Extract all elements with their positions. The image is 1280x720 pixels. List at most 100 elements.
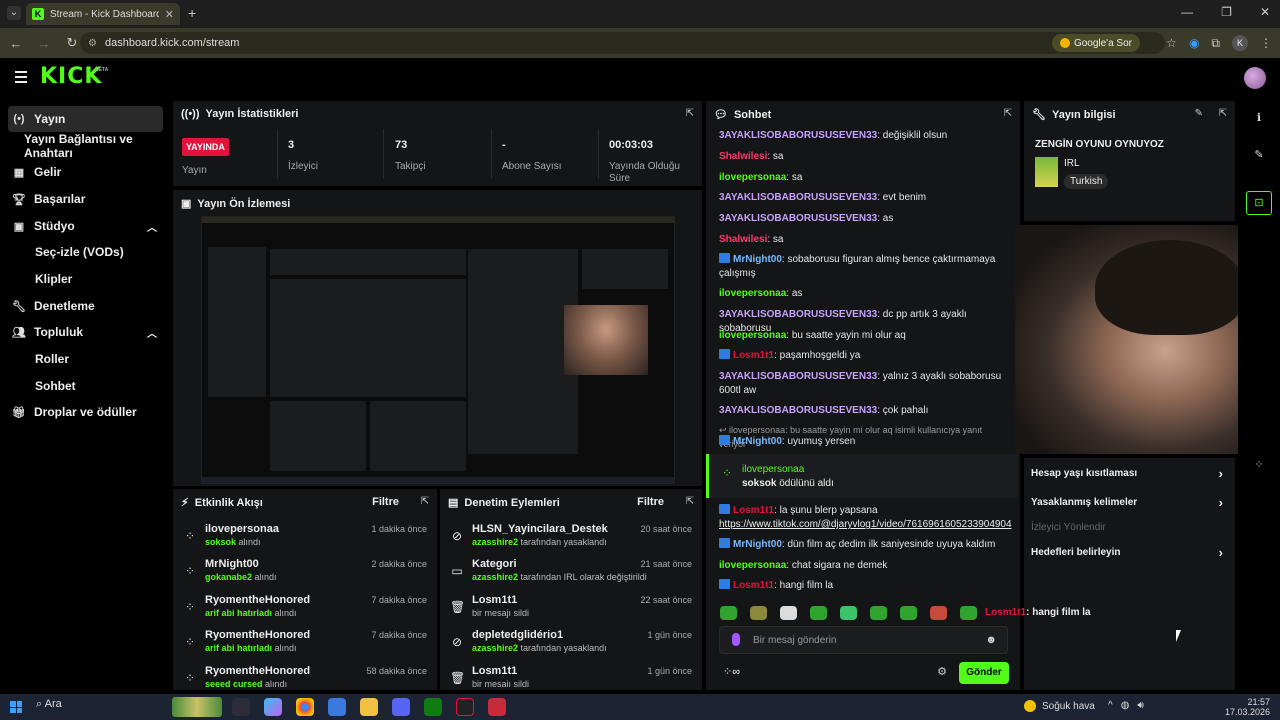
chat-username[interactable]: 3AYAKLISOBABORUSUSEVEN33 — [719, 130, 877, 141]
sidebar-item-stream-key[interactable]: Yayın Bağlantısı ve Anahtarı — [8, 132, 163, 160]
category-name[interactable]: IRL — [1064, 158, 1080, 169]
minimize-icon[interactable]: — — [1181, 5, 1193, 19]
chat-username[interactable]: Shalwilesi — [719, 151, 767, 162]
menu-dots-icon[interactable]: ⋮ — [1260, 36, 1272, 50]
new-tab-icon[interactable]: + — [188, 5, 196, 21]
popout-icon[interactable]: ⇱ — [686, 108, 694, 119]
chat-username[interactable]: Shalwilesi — [719, 234, 767, 245]
restore-icon[interactable]: ❐ — [1221, 5, 1232, 19]
obs-icon[interactable] — [456, 698, 474, 716]
hamburger-menu-icon[interactable] — [15, 71, 27, 86]
sidebar-item-roller[interactable]: Roller — [8, 346, 163, 372]
popout-icon[interactable]: ⇱ — [686, 496, 694, 507]
extension-icon[interactable]: ◉ — [1189, 36, 1199, 50]
mod-target[interactable]: Kategori — [472, 558, 517, 570]
chat-username[interactable]: Losm1t1 — [733, 505, 774, 516]
popout-icon[interactable]: ⇱ — [421, 496, 429, 507]
sidebar-item-gelir[interactable]: ▦ Gelir — [8, 159, 163, 185]
emote-icon[interactable] — [870, 606, 887, 620]
reward-user[interactable]: ilovepersonaa — [742, 464, 804, 475]
kick-logo[interactable]: KICK — [40, 64, 102, 89]
chat-link[interactable]: https://www.tiktok.com/@djaryvlog1/video… — [719, 519, 1012, 530]
windows-start-icon[interactable] — [10, 701, 22, 713]
chat-username[interactable]: ilovepersonaa — [719, 172, 786, 183]
site-info-icon[interactable]: ⚙ — [88, 38, 97, 49]
user-avatar[interactable] — [1244, 67, 1266, 89]
chat-username[interactable]: 3AYAKLISOBABORUSUSEVEN33 — [719, 371, 877, 382]
chat-username[interactable]: MrNight00 — [733, 436, 782, 447]
chat-username[interactable]: 3AYAKLISOBABORUSUSEVEN33 — [719, 309, 877, 320]
sidebar-item-sohbet[interactable]: Sohbet — [8, 373, 163, 399]
emote-icon[interactable] — [930, 606, 947, 620]
sidebar-item-yayin[interactable]: (•) Yayın — [8, 106, 163, 132]
chat-username[interactable]: 3AYAKLISOBABORUSUSEVEN33 — [719, 192, 877, 203]
points-icon[interactable]: ⁘∞ — [723, 665, 740, 678]
event-user[interactable]: MrNight00 — [205, 558, 259, 570]
app-icon[interactable] — [328, 698, 346, 716]
stream-preview-video[interactable] — [201, 216, 675, 484]
bookmark-star-icon[interactable]: ☆ — [1166, 36, 1177, 50]
chat-username[interactable]: 3AYAKLISOBABORUSUSEVEN33 — [719, 213, 877, 224]
extensions-puzzle-icon[interactable]: ⧉ — [1211, 36, 1220, 51]
emote-icon[interactable] — [720, 606, 737, 620]
taskbar-search[interactable]: ⌕ Ara — [36, 698, 62, 711]
mod-target[interactable]: Losm1t1 — [472, 665, 517, 677]
action-banned-words[interactable]: Yasaklanmış kelimeler › — [1031, 495, 1227, 510]
file-explorer-icon[interactable] — [360, 698, 378, 716]
browser-tab[interactable]: K Stream - Kick Dashboard ✕ — [26, 3, 180, 25]
chat-username[interactable]: ilovepersonaa — [719, 288, 786, 299]
forward-icon[interactable]: → — [32, 36, 56, 51]
discord-icon[interactable] — [392, 698, 410, 716]
emote-icon[interactable] — [810, 606, 827, 620]
sidebar-item-vods[interactable]: Seç-izle (VODs) — [8, 239, 163, 265]
camera-focus-icon[interactable]: ⊡ — [1246, 191, 1272, 215]
chat-username[interactable]: 3AYAKLISOBABORUSUSEVEN33 — [719, 405, 877, 416]
moderation-filter-button[interactable]: Filtre — [637, 496, 664, 508]
url-bar[interactable]: ⚙ dashboard.kick.com/stream — [80, 32, 1165, 54]
popout-icon[interactable]: ⇱ — [1219, 108, 1227, 119]
sidebar-item-studyo[interactable]: ▣ Stüdyo ︿ — [8, 213, 163, 239]
sidebar-item-topluluk[interactable]: 👥︎ Topluluk ︿ — [8, 319, 163, 345]
copilot-icon[interactable] — [264, 698, 282, 716]
emote-icon[interactable] — [750, 606, 767, 620]
chat-input[interactable]: Bir mesaj gönderin ☻ — [719, 626, 1008, 654]
emote-icon[interactable] — [900, 606, 917, 620]
microphone-icon[interactable] — [732, 633, 740, 646]
edit-pencil-icon[interactable]: ✎ — [1195, 108, 1203, 119]
chat-username[interactable]: ilovepersonaa — [719, 330, 786, 341]
send-button[interactable]: Gönder — [959, 662, 1009, 684]
chat-username[interactable]: Losm1t1 — [733, 350, 774, 361]
app-icon[interactable] — [488, 698, 506, 716]
info-icon[interactable]: ℹ — [1251, 111, 1267, 127]
sidebar-item-denetleme[interactable]: 🔧︎ Denetleme — [8, 293, 163, 319]
event-user[interactable]: RyomentheHonored — [205, 629, 310, 641]
gear-icon[interactable]: ⚙ — [937, 665, 947, 678]
profile-avatar[interactable]: K — [1232, 35, 1248, 51]
volume-icon[interactable]: 🔊︎ — [1137, 700, 1143, 711]
emote-icon[interactable] — [840, 606, 857, 620]
xbox-icon[interactable] — [424, 698, 442, 716]
event-user[interactable]: RyomentheHonored — [205, 594, 310, 606]
sidebar-item-basarilar[interactable]: 🏆︎ Başarılar — [8, 186, 163, 212]
google-ask-button[interactable]: Google'a Sor — [1051, 34, 1140, 52]
emote-icon[interactable] — [780, 606, 797, 620]
chevron-up-icon[interactable]: ^ — [1108, 700, 1113, 711]
chevron-up-icon[interactable]: ︿ — [147, 219, 157, 234]
mod-target[interactable]: HLSN_Yayincilara_Destek — [472, 523, 608, 535]
close-tab-icon[interactable]: ✕ — [165, 8, 174, 21]
task-view-icon[interactable] — [232, 698, 250, 716]
emoji-icon[interactable]: ☻ — [985, 634, 997, 646]
mod-target[interactable]: depletedglidério1 — [472, 629, 563, 641]
chat-username[interactable]: MrNight00 — [733, 254, 782, 265]
chat-username[interactable]: Losm1t1 — [733, 580, 774, 591]
clock[interactable]: 21:57 17.03.2026 — [1225, 697, 1270, 717]
back-icon[interactable]: ← — [4, 36, 28, 51]
mod-target[interactable]: Losm1t1 — [472, 594, 517, 606]
popout-icon[interactable]: ⇱ — [1004, 108, 1012, 119]
edit-pencil-icon[interactable]: ✎ — [1251, 148, 1267, 164]
weather-widget[interactable]: Soğuk hava — [1024, 700, 1095, 712]
action-goals[interactable]: Hedefleri belirleyin › — [1031, 545, 1227, 560]
close-window-icon[interactable]: ✕ — [1260, 5, 1270, 19]
sidebar-item-klipler[interactable]: Klipler — [8, 266, 163, 292]
chat-username[interactable]: MrNight00 — [733, 539, 782, 550]
